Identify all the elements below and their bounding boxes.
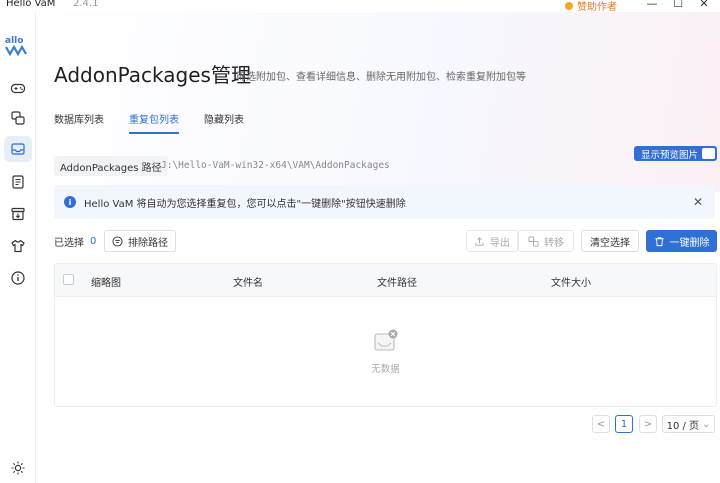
title-bar: Hello VaM 2.4.1 赞助作者 — ☐ ✕ (0, 0, 720, 13)
show-preview-toggle[interactable]: 显示预览图片 (634, 146, 717, 161)
tab-duplicate-list[interactable]: 重复包列表 (129, 111, 179, 134)
sidebar-item-game[interactable] (4, 75, 32, 101)
sidebar-item-archive[interactable] (4, 201, 32, 227)
path-value: J:\Hello-VaM-win32-x64\VAM\AddonPackages (161, 160, 390, 171)
logo-icon: allo (5, 36, 27, 57)
column-file-size[interactable]: 文件大小 (551, 274, 591, 289)
selected-count: 0 (90, 236, 97, 247)
transfer-button[interactable]: 转移 (518, 230, 574, 252)
empty-box-icon (373, 329, 397, 351)
info-circle-icon: i (64, 196, 76, 208)
show-preview-label: 显示预览图片 (641, 149, 699, 161)
minimize-button[interactable]: — (642, 0, 662, 10)
app-logo: allo (4, 34, 32, 57)
package-inbox-icon (11, 143, 25, 155)
duplicate-packages-table: 缩略图 文件名 文件路径 文件大小 无数据 (54, 263, 717, 407)
sidebar-item-settings[interactable] (4, 455, 32, 481)
page-size-select[interactable]: 10 / 页 ⌄ (662, 415, 715, 433)
column-file-name[interactable]: 文件名 (233, 274, 263, 289)
sidebar-item-about[interactable] (4, 265, 32, 291)
app-name: Hello VaM (6, 0, 56, 9)
tab-bar: 数据库列表 重复包列表 隐藏列表 (54, 111, 244, 134)
sidebar-item-swap[interactable] (4, 105, 32, 131)
empty-text: 无数据 (371, 364, 400, 375)
page-1-button[interactable]: 1 (615, 415, 633, 433)
clear-selection-button[interactable]: 清空选择 (581, 230, 639, 252)
sidebar-item-clothing[interactable] (4, 233, 32, 259)
info-alert: i Hello VaM 将自动为您选择重复包，您可以点击"一键删除"按钮快速删除… (54, 185, 715, 219)
upload-icon (475, 236, 484, 246)
column-thumbnail[interactable]: 缩略图 (91, 274, 121, 289)
page-size-label: 10 / 页 (666, 420, 700, 432)
selection-info: 已选择 0 (54, 234, 96, 249)
transfer-icon (528, 235, 539, 247)
archive-download-icon (11, 207, 25, 221)
sun-settings-icon (11, 461, 25, 475)
toggle-knob (702, 148, 715, 159)
table-header: 缩略图 文件名 文件路径 文件大小 (55, 264, 716, 297)
exclude-path-label: 排除路径 (128, 237, 168, 249)
exclude-path-button[interactable]: 排除路径 (104, 230, 176, 252)
shirt-icon (11, 239, 25, 253)
svg-text:allo: allo (5, 36, 23, 46)
tab-hidden-list[interactable]: 隐藏列表 (204, 111, 244, 134)
sidebar-item-packages[interactable] (4, 136, 32, 162)
info-icon (11, 271, 25, 285)
delete-all-button[interactable]: 一键删除 (646, 230, 717, 252)
alert-close-button[interactable]: ✕ (693, 195, 703, 209)
main-panel: AddonPackages管理 筛选附加包、查看详细信息、删除无用附加包、检索重… (37, 12, 720, 483)
gamepad-icon (10, 83, 26, 94)
alert-text: Hello VaM 将自动为您选择重复包，您可以点击"一键删除"按钮快速删除 (84, 198, 406, 210)
swap-icon (11, 111, 25, 125)
column-file-path[interactable]: 文件路径 (377, 274, 417, 289)
prev-page-button[interactable]: < (592, 415, 610, 433)
selected-label: 已选择 (54, 238, 84, 249)
path-label: AddonPackages 路径 (54, 156, 168, 176)
tab-database-list[interactable]: 数据库列表 (54, 111, 104, 134)
maximize-button[interactable]: ☐ (668, 0, 688, 10)
chevron-down-icon: ⌄ (702, 418, 711, 430)
filter-exclude-icon (112, 235, 123, 247)
window-close-button[interactable]: ✕ (694, 0, 714, 10)
export-button[interactable]: 导出 (466, 230, 518, 252)
transfer-label: 转移 (544, 237, 564, 249)
trash-icon (654, 236, 664, 246)
app-version: 2.4.1 (73, 0, 99, 9)
next-page-button[interactable]: > (639, 415, 657, 433)
empty-state: 无数据 (55, 298, 716, 406)
sidebar-item-documents[interactable] (4, 169, 32, 195)
sidebar: allo (0, 12, 36, 483)
document-list-icon (12, 175, 24, 189)
page-description: 筛选附加包、查看详细信息、删除无用附加包、检索重复附加包等 (236, 72, 526, 83)
coin-icon (565, 1, 573, 10)
select-all-checkbox[interactable] (63, 274, 74, 285)
page-title: AddonPackages管理 (54, 63, 251, 87)
export-label: 导出 (490, 237, 510, 249)
delete-all-label: 一键删除 (669, 237, 710, 249)
